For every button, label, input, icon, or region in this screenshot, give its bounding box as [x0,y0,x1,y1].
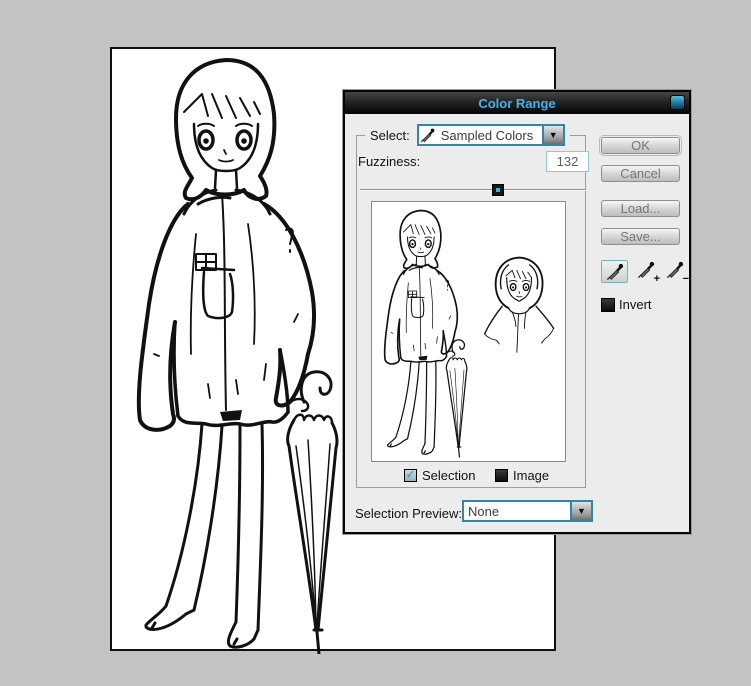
selection-preview-value: None [464,504,570,519]
selection-preview-thumbnail[interactable] [371,201,566,462]
sampled-colors-dropdown[interactable]: Sampled Colors ▼ [417,124,565,146]
raincoat-girl-drawing [118,54,358,654]
invert-checkbox[interactable] [601,298,615,312]
image-checkbox-label: Image [513,468,549,483]
eyedropper-sample-button[interactable] [601,260,628,283]
invert-label: Invert [619,297,652,312]
select-row: Select: Sampled Colors ▼ [365,123,570,147]
eyedropper-add-button[interactable]: + [633,260,659,283]
image-checkbox-box[interactable] [495,469,508,482]
dialog-title: Color Range [478,96,555,111]
plus-glyph: + [654,274,660,285]
cancel-button[interactable]: Cancel [601,165,680,182]
fuzziness-slider-thumb[interactable] [492,184,504,196]
fuzziness-label: Fuzziness: [358,154,420,169]
select-label: Select: [370,128,410,143]
load-button[interactable]: Load... [601,200,680,217]
eyedropper-icon [419,127,437,144]
dialog-titlebar[interactable]: Color Range [345,92,689,114]
selection-preview-dropdown[interactable]: None ▼ [462,500,593,522]
ok-button[interactable]: OK [601,137,680,154]
selection-preview-label: Selection Preview: [355,506,462,521]
preview-artwork [372,202,566,462]
selection-checkbox-label: Selection [422,468,475,483]
save-button[interactable]: Save... [601,228,680,245]
fuzziness-slider[interactable] [360,183,586,198]
checkmark-icon[interactable]: ✓ [404,469,417,482]
image-checkbox[interactable]: Image [495,468,549,483]
select-value: Sampled Colors [437,128,542,143]
titlebar-button[interactable] [670,95,685,110]
dropdown-arrow-icon[interactable]: ▼ [542,126,563,144]
invert-option: Invert [601,297,652,312]
selection-checkbox[interactable]: ✓ Selection [404,468,475,483]
fuzziness-input[interactable]: 132 [546,151,589,172]
color-range-dialog: Color Range Select: Sampled Colors ▼ Fuz… [343,90,691,534]
eyedropper-icon [605,262,625,282]
minus-glyph: − [683,274,689,285]
slider-track[interactable] [360,189,586,191]
dropdown-arrow-icon[interactable]: ▼ [570,502,591,520]
eyedropper-subtract-button[interactable]: − [662,260,688,283]
